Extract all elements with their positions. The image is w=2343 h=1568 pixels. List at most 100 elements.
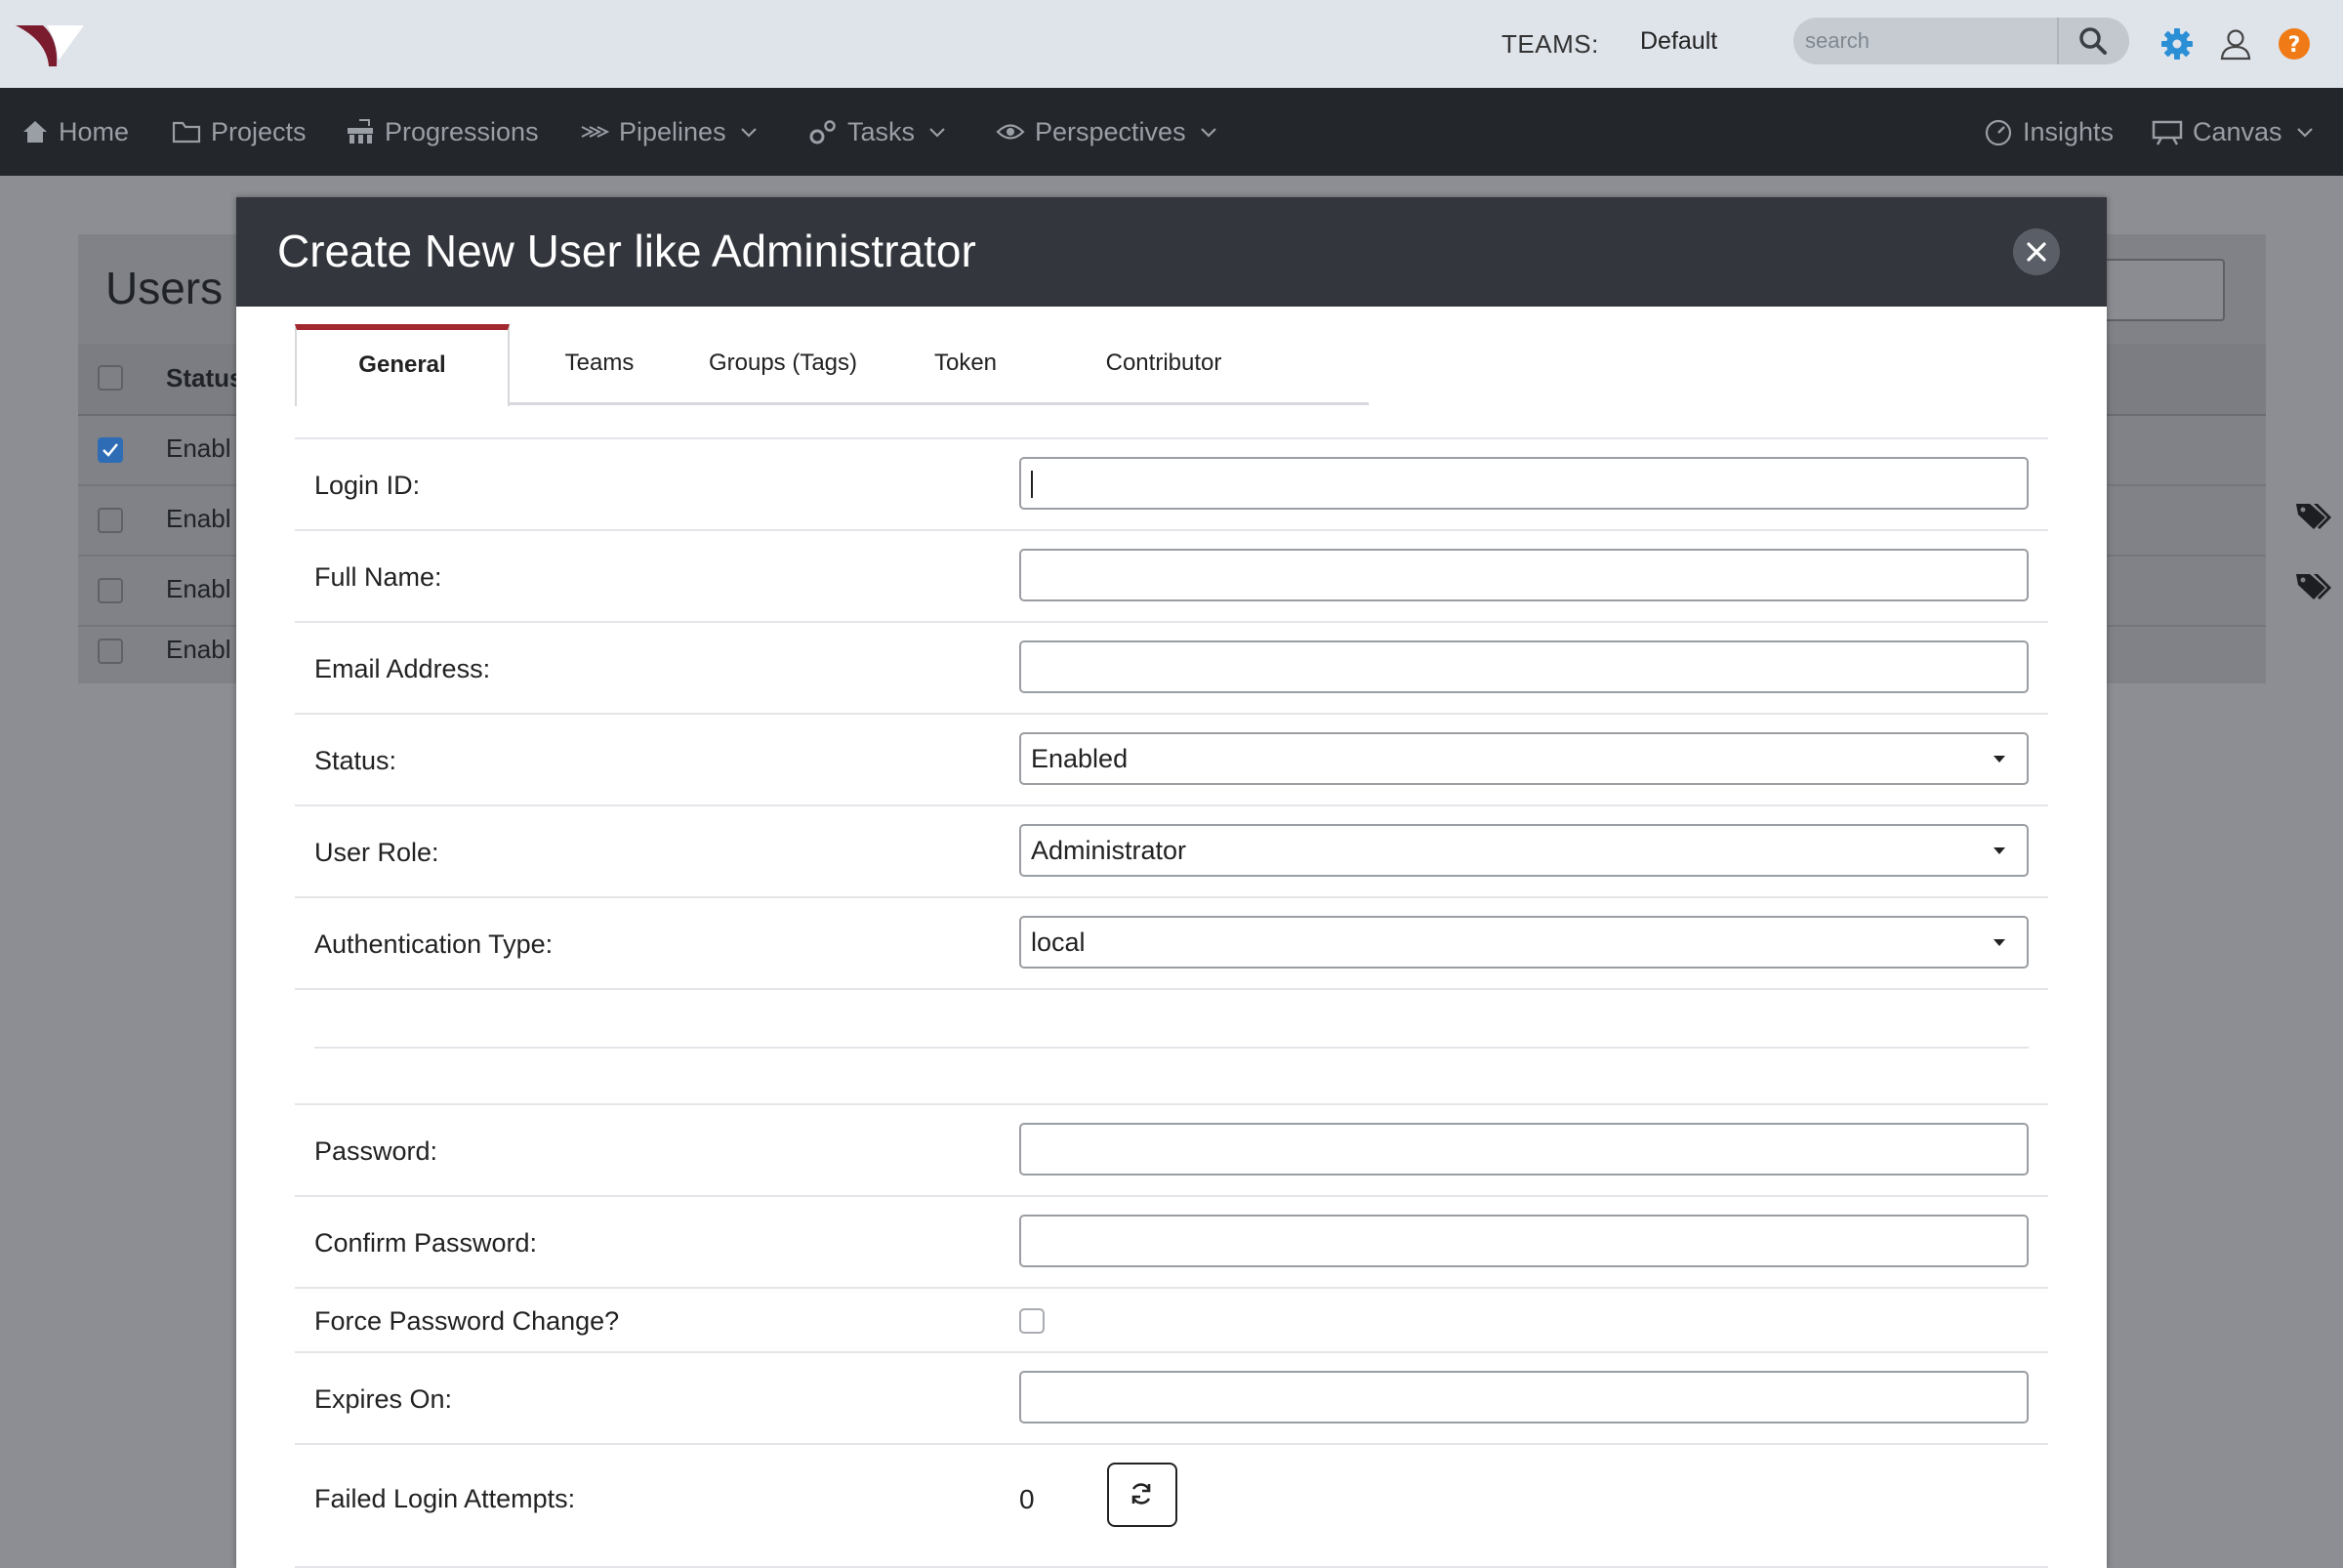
app-logo[interactable] xyxy=(14,21,84,70)
chevron-down-icon xyxy=(1200,128,1216,138)
create-user-dialog: Create New User like Administrator Gener… xyxy=(236,197,2107,1568)
login-id-input[interactable] xyxy=(1021,459,2027,508)
login-id-row: Login ID: xyxy=(295,437,2048,529)
nav-projects[interactable]: Projects xyxy=(172,88,307,176)
reset-attempts-button[interactable] xyxy=(1107,1463,1177,1527)
folder-icon xyxy=(172,121,201,144)
confirm-password-field[interactable] xyxy=(1019,1215,2029,1267)
full-name-field[interactable] xyxy=(1019,549,2029,601)
tab-teams[interactable]: Teams xyxy=(521,324,678,402)
user-role-selected-value: Administrator xyxy=(1031,836,1187,865)
status-column-header: Status xyxy=(166,363,244,392)
nav-canvas-label: Canvas xyxy=(2193,116,2282,146)
spacer-row xyxy=(295,988,2048,1049)
confirm-password-label: Confirm Password: xyxy=(314,1228,538,1258)
password-label: Password: xyxy=(314,1136,438,1166)
full-name-label: Full Name: xyxy=(314,562,442,592)
team-selector[interactable]: Default xyxy=(1640,27,1717,56)
failed-login-attempts-row: Failed Login Attempts: 0 xyxy=(295,1443,2048,1568)
check-icon xyxy=(103,443,118,457)
dropdown-arrow-icon xyxy=(1994,847,2005,854)
row-status: Enabl xyxy=(166,635,231,664)
full-name-input[interactable] xyxy=(1021,551,2027,599)
row-status: Enabl xyxy=(166,574,231,603)
search-button[interactable] xyxy=(2057,18,2129,64)
user-role-label: User Role: xyxy=(314,838,439,867)
tab-token[interactable]: Token xyxy=(892,324,1039,402)
close-icon xyxy=(2027,242,2046,262)
email-field[interactable] xyxy=(1019,640,2029,693)
email-input[interactable] xyxy=(1021,642,2027,691)
user-role-row: User Role: Administrator xyxy=(295,805,2048,896)
force-password-change-label: Force Password Change? xyxy=(314,1306,620,1336)
progressions-icon xyxy=(348,119,373,144)
users-filter-input xyxy=(2099,259,2225,321)
auth-type-select[interactable]: local xyxy=(1019,916,2029,969)
main-nav: Home Projects Progressions Pipelines Tas… xyxy=(0,88,2343,176)
select-all-checkbox xyxy=(98,365,123,391)
confirm-password-row: Confirm Password: xyxy=(295,1195,2048,1287)
status-selected-value: Enabled xyxy=(1031,744,1129,773)
email-label: Email Address: xyxy=(314,654,491,683)
dialog-title: Create New User like Administrator xyxy=(277,226,976,276)
nav-progressions[interactable]: Progressions xyxy=(346,88,539,176)
nav-pipelines[interactable]: Pipelines xyxy=(580,88,758,176)
nav-insights[interactable]: Insights xyxy=(1984,88,2114,176)
help-icon[interactable]: ? xyxy=(2277,26,2312,62)
chevron-down-icon xyxy=(740,128,757,138)
top-bar: TEAMS: Default ? xyxy=(0,0,2343,88)
nav-insights-label: Insights xyxy=(2023,116,2115,146)
expires-on-input[interactable] xyxy=(1021,1373,2027,1422)
search-input[interactable] xyxy=(1793,18,2069,64)
row-checkbox xyxy=(98,578,123,603)
user-icon[interactable] xyxy=(2218,26,2253,62)
close-button[interactable] xyxy=(2013,228,2060,275)
section-divider xyxy=(314,1047,2029,1049)
nav-progressions-label: Progressions xyxy=(385,116,539,146)
auth-type-row: Authentication Type: local xyxy=(295,896,2048,988)
nav-home[interactable]: Home xyxy=(21,88,129,176)
refresh-icon xyxy=(1131,1483,1151,1505)
password-field[interactable] xyxy=(1019,1123,2029,1176)
expires-on-row: Expires On: xyxy=(295,1351,2048,1443)
dialog-header: Create New User like Administrator xyxy=(236,197,2107,307)
search-box xyxy=(1793,18,2129,64)
home-icon xyxy=(23,121,47,143)
failed-login-attempts-value: 0 xyxy=(1019,1484,1035,1514)
dropdown-arrow-icon xyxy=(1994,756,2005,763)
login-id-field[interactable] xyxy=(1019,457,2029,510)
email-row: Email Address: xyxy=(295,621,2048,713)
user-role-select[interactable]: Administrator xyxy=(1019,824,2029,877)
tab-groups-tags[interactable]: Groups (Tags) xyxy=(685,324,881,402)
dialog-tabs: General Teams Groups (Tags) Token Contri… xyxy=(295,324,1369,406)
status-select[interactable]: Enabled xyxy=(1019,732,2029,785)
row-checkbox xyxy=(98,639,123,664)
nav-tasks-label: Tasks xyxy=(847,116,916,146)
row-status: Enabl xyxy=(166,433,231,463)
svg-text:?: ? xyxy=(2288,33,2301,58)
row-status: Enabl xyxy=(166,504,231,533)
nav-projects-label: Projects xyxy=(211,116,307,146)
nav-canvas[interactable]: Canvas xyxy=(2152,88,2314,176)
teams-label: TEAMS: xyxy=(1501,29,1599,59)
force-password-change-checkbox[interactable] xyxy=(1019,1308,1045,1334)
password-row: Password: xyxy=(295,1103,2048,1195)
nav-tasks[interactable]: Tasks xyxy=(808,88,946,176)
text-cursor xyxy=(1031,471,1033,498)
dropdown-arrow-icon xyxy=(1994,939,2005,946)
password-input[interactable] xyxy=(1021,1125,2027,1174)
nav-perspectives[interactable]: Perspectives xyxy=(996,88,1217,176)
search-icon xyxy=(2079,27,2107,55)
full-name-row: Full Name: xyxy=(295,529,2048,621)
confirm-password-input[interactable] xyxy=(1021,1217,2027,1265)
tab-general[interactable]: General xyxy=(295,324,510,406)
force-password-change-row: Force Password Change? xyxy=(295,1287,2048,1351)
expires-on-field[interactable] xyxy=(1019,1371,2029,1424)
tab-contributor[interactable]: Contributor xyxy=(1047,324,1281,402)
nav-perspectives-label: Perspectives xyxy=(1035,116,1186,146)
failed-login-attempts-label: Failed Login Attempts: xyxy=(314,1484,576,1513)
tags-icon xyxy=(2296,574,2331,599)
gear-icon[interactable] xyxy=(2159,26,2195,62)
eye-icon xyxy=(996,124,1025,140)
status-label: Status: xyxy=(314,746,397,775)
